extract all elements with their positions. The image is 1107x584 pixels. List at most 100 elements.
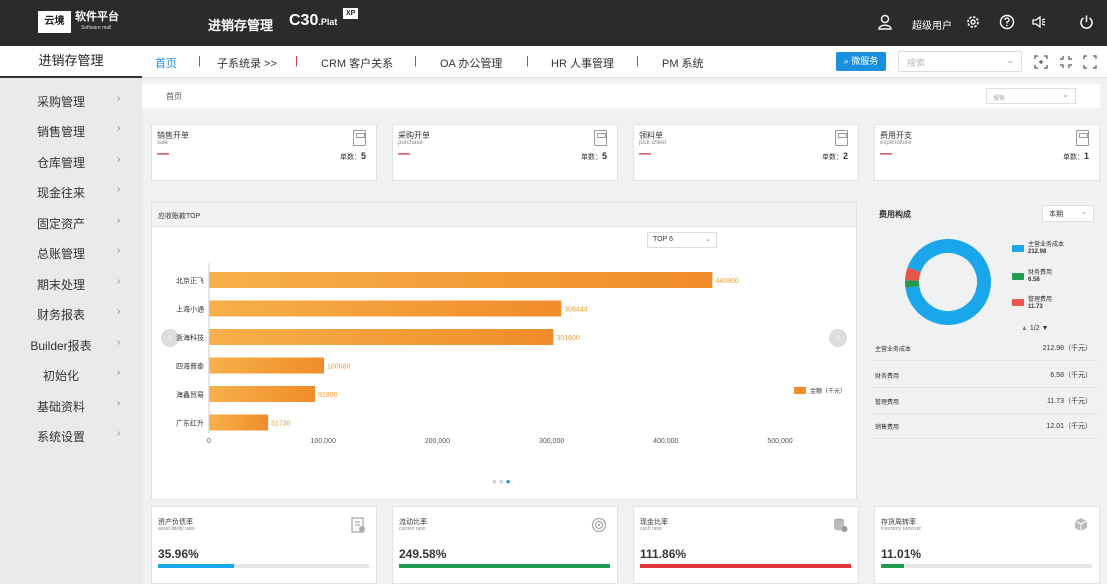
sidebar-item-reports[interactable]: 财务报表 › <box>0 298 142 328</box>
bar <box>209 414 269 431</box>
ratio-card-current[interactable]: 流动比率 current ratio 249.58% <box>392 506 618 584</box>
sidebar-item-fixed-assets[interactable]: 固定资产 › <box>0 207 142 237</box>
power-icon[interactable] <box>1079 14 1094 30</box>
legend-pager[interactable]: ▲ 1/2 ▼ <box>1021 325 1049 332</box>
sidebar-item-init[interactable]: 初始化 › <box>0 359 142 389</box>
expense-row-name: 财务费用 <box>875 374 900 380</box>
kpi-value: — <box>639 146 651 160</box>
nav-search-input[interactable]: 搜索 ⌄ <box>898 51 1022 72</box>
kpi-value: — <box>398 146 410 160</box>
x-tick-label: 100,000 <box>311 438 336 445</box>
expense-row: 主营业务成本 212.98（千元） <box>873 336 1098 361</box>
x-tick-label: 500,000 <box>767 438 792 445</box>
legend-swatch <box>1012 245 1024 252</box>
expense-row: 管理费用 11.73（千元） <box>873 389 1098 414</box>
expense-row-value: 11.73（千元） <box>1047 398 1092 405</box>
sidebar-item-builder[interactable]: Builder报表 › <box>0 329 142 359</box>
sidebar-item-period-end[interactable]: 期末处理 › <box>0 268 142 298</box>
ratio-card-cash[interactable]: 现金比率 cash ratio 111.86% <box>633 506 859 584</box>
help-icon[interactable] <box>999 14 1015 30</box>
user-name[interactable]: 超级用户 <box>912 17 952 32</box>
ratio-progress-track <box>881 564 1092 568</box>
carousel-dot[interactable]: ● <box>499 477 506 486</box>
triangle-up-icon[interactable]: ▲ <box>1021 325 1028 332</box>
kpi-card-sale[interactable]: 销售开单 sale — 单数：5 <box>151 124 377 181</box>
sidebar-item-cash[interactable]: 现金往来 › <box>0 176 142 206</box>
x-tick-label: 300,000 <box>539 438 564 445</box>
chevron-right-icon: › <box>117 123 121 134</box>
tab-subsystems[interactable]: 子系统录 >> <box>217 55 277 71</box>
kpi-card-purchase[interactable]: 采购开单 purchase — 单数：5 <box>392 124 618 181</box>
tab-pm[interactable]: PM 系统 <box>662 55 704 71</box>
bar <box>209 300 562 317</box>
legend-value: 6.58 <box>1028 277 1040 283</box>
tab-separator: | <box>526 55 529 67</box>
ratio-subtitle: inventory turnover <box>881 526 922 532</box>
tab-oa[interactable]: OA 办公管理 <box>440 55 502 71</box>
sidebar-item-label: 财务报表 <box>36 308 85 322</box>
sidebar-item-warehouse[interactable]: 仓库管理 › <box>0 146 142 176</box>
target-icon <box>591 517 607 533</box>
carousel-dots[interactable]: ●●● <box>492 477 513 486</box>
carousel-dot[interactable]: ● <box>492 477 499 486</box>
sidebar-item-label: 期末处理 <box>36 278 85 292</box>
ratio-card-asset-liability[interactable]: 资产负债率 asset libility ratio 35.96% <box>151 506 377 584</box>
expense-panel: 费用构成 本期 ⌄ 主营业务成本 212.98 财务费用 6.58 管理费用 11.73… <box>873 202 1098 500</box>
tab-hr[interactable]: HR 人事管理 <box>551 55 614 71</box>
product-suffix: .Plat <box>318 17 338 27</box>
chevron-down-icon: ⌄ <box>705 236 711 243</box>
sidebar-item-purchase[interactable]: 采购管理 › <box>0 85 142 115</box>
cube-icon <box>1074 518 1088 531</box>
sidebar-item-system[interactable]: 系统设置 › <box>0 420 142 450</box>
zoom-in-icon[interactable] <box>1034 55 1048 69</box>
user-icon[interactable] <box>878 14 892 30</box>
ratio-subtitle: current ratio <box>399 526 426 532</box>
legend-label: 金额（千元） <box>810 387 846 395</box>
pager-text: 1/2 <box>1029 325 1040 332</box>
settings-icon[interactable] <box>965 14 981 30</box>
bar-category-label: 四海普泰 <box>176 362 204 371</box>
bar <box>209 357 324 374</box>
sidebar-item-label: 基础资料 <box>36 400 85 414</box>
triangle-down-icon[interactable]: ▼ <box>1042 325 1049 332</box>
sidebar-item-label: 固定资产 <box>36 217 85 231</box>
chevron-down-icon: ⌄ <box>1006 55 1014 65</box>
tab-home[interactable]: 首页 <box>155 55 177 71</box>
speaker-icon[interactable] <box>1031 14 1047 30</box>
top-n-value: TOP 6 <box>653 236 673 243</box>
legend-value: 11.73 <box>1028 304 1043 310</box>
tab-crm[interactable]: CRM 客户关系 <box>321 55 393 71</box>
top-bar: 云境 软件平台 Software mall 进销存管理 C30.Plat XP … <box>0 0 1107 46</box>
ratio-progress-fill <box>640 564 851 568</box>
exit-fullscreen-icon[interactable] <box>1059 55 1073 69</box>
chevron-down-icon: ⌄ <box>1081 209 1087 216</box>
breadcrumb-home[interactable]: 首页 <box>166 91 182 102</box>
kpi-card-expenditure[interactable]: 费用开支 expenditure — 单数：1 <box>874 124 1100 181</box>
current-module[interactable]: 进销存管理 <box>0 46 142 78</box>
ratio-value: 111.86% <box>640 547 687 561</box>
sidebar-item-base-data[interactable]: 基础资料 › <box>0 390 142 420</box>
fullscreen-icon[interactable] <box>1083 55 1097 69</box>
carousel-dot-active[interactable]: ● <box>506 477 513 486</box>
top-n-select[interactable]: TOP 6 ⌄ <box>647 232 717 248</box>
legend-item: 主营业务成本 212.98 <box>1028 242 1064 256</box>
ratio-card-inventory[interactable]: 存货周转率 inventory turnover 11.01% <box>874 506 1100 584</box>
expense-title: 费用构成 <box>879 210 911 219</box>
sidebar-item-label: 现金往来 <box>36 186 85 200</box>
micro-service-label: 微服务 <box>851 56 879 66</box>
chevron-down-icon: ⌄ <box>1062 90 1069 99</box>
breadcrumb-search-input[interactable]: 搜索 ⌄ <box>986 88 1076 104</box>
micro-service-button[interactable]: ⌕ 微服务 <box>836 52 886 71</box>
kpi-card-pick-sheet[interactable]: 领料单 pick sheet — 单数：2 <box>633 124 859 181</box>
legend-swatch <box>1012 299 1024 306</box>
bar-data-label: 440800 <box>715 278 738 285</box>
bar-category-label: 广东红升 <box>176 419 204 428</box>
period-select[interactable]: 本期 ⌄ <box>1042 205 1094 222</box>
ratio-subtitle: cash ratio <box>640 526 662 532</box>
sidebar-item-ledger[interactable]: 总账管理 › <box>0 237 142 267</box>
ratio-progress-track <box>158 564 369 568</box>
expense-row-name: 管理费用 <box>875 400 900 406</box>
sidebar-item-sales[interactable]: 销售管理 › <box>0 115 142 145</box>
chevron-right-icon: › <box>117 306 121 317</box>
legend-item: 管理费用 11.73 <box>1028 297 1052 311</box>
